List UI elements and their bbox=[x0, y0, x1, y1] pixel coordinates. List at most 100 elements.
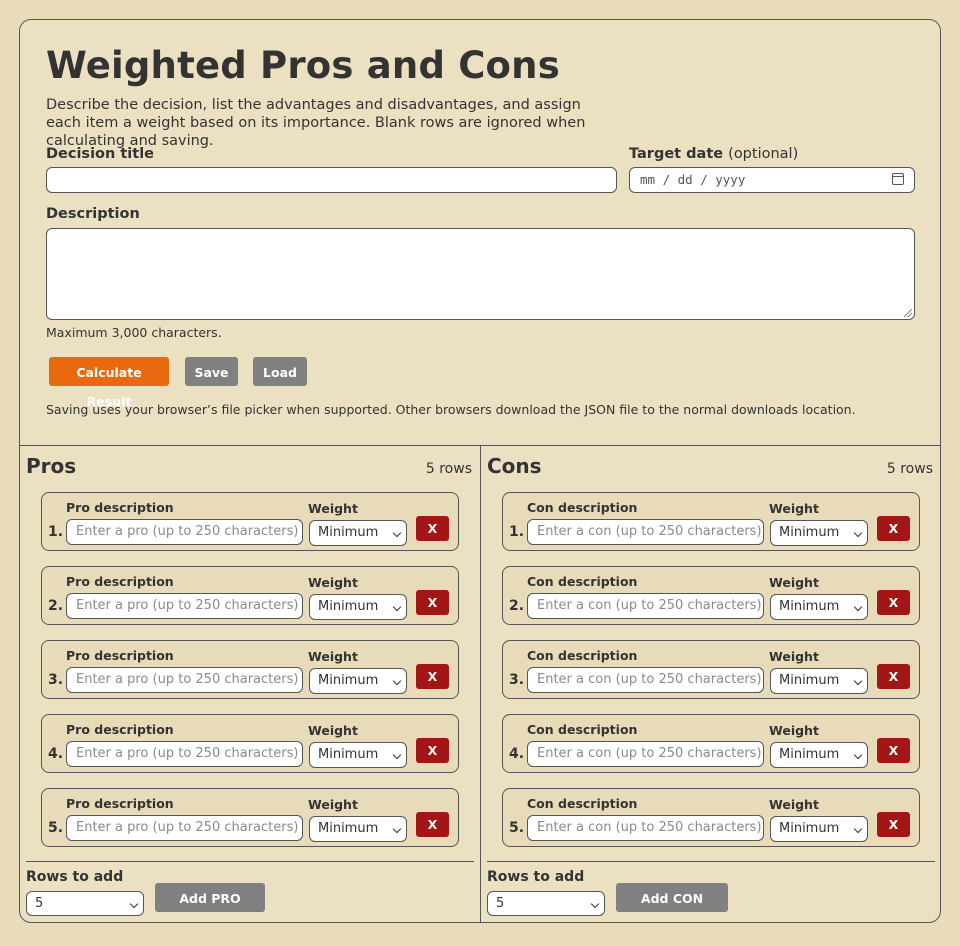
pros-row-count: 5 rows bbox=[425, 461, 472, 477]
pros-rows-to-add-select[interactable]: 5 bbox=[26, 891, 144, 916]
con-weight-value: Minimum bbox=[779, 747, 840, 762]
chevron-down-icon bbox=[853, 528, 863, 538]
remove-con-button[interactable]: X bbox=[877, 664, 910, 689]
pro-weight-select[interactable]: Minimum bbox=[309, 742, 407, 768]
con-item: Con description Weight 4. Enter a con (u… bbox=[502, 714, 920, 773]
pro-weight-label: Weight bbox=[308, 501, 358, 516]
pro-weight-select[interactable]: Minimum bbox=[309, 520, 407, 546]
decision-section: Weighted Pros and Cons Describe the deci… bbox=[20, 20, 940, 446]
pro-weight-select[interactable]: Minimum bbox=[309, 668, 407, 694]
pro-item-number: 4. bbox=[48, 746, 64, 762]
target-date-label: Target date (optional) bbox=[629, 146, 798, 162]
pro-description-label: Pro description bbox=[66, 722, 174, 737]
con-weight-value: Minimum bbox=[779, 525, 840, 540]
cons-rows-to-add-value: 5 bbox=[496, 896, 505, 911]
con-description-label: Con description bbox=[527, 500, 638, 515]
con-weight-label: Weight bbox=[769, 649, 819, 664]
pros-rows-to-add-label: Rows to add bbox=[26, 869, 124, 885]
remove-pro-button[interactable]: X bbox=[416, 738, 449, 763]
remove-con-button[interactable]: X bbox=[877, 812, 910, 837]
pro-weight-select[interactable]: Minimum bbox=[309, 816, 407, 842]
cons-rows-to-add-select[interactable]: 5 bbox=[487, 891, 605, 916]
remove-con-button[interactable]: X bbox=[877, 516, 910, 541]
load-button[interactable]: Load bbox=[253, 357, 307, 386]
cons-heading: Cons bbox=[487, 454, 542, 478]
add-con-rows-button[interactable]: Add CON Rows bbox=[616, 883, 728, 922]
con-weight-select[interactable]: Minimum bbox=[770, 816, 868, 842]
pro-item: Pro description Weight 1. Enter a pro (u… bbox=[41, 492, 459, 551]
con-description-label: Con description bbox=[527, 648, 638, 663]
remove-con-button[interactable]: X bbox=[877, 590, 910, 615]
con-description-input[interactable]: Enter a con (up to 250 characters) bbox=[527, 519, 764, 545]
con-item-number: 4. bbox=[509, 746, 525, 762]
description-label: Description bbox=[46, 206, 140, 222]
remove-pro-button[interactable]: X bbox=[416, 664, 449, 689]
save-button[interactable]: Save bbox=[185, 357, 238, 386]
max-chars-note: Maximum 3,000 characters. bbox=[46, 325, 222, 340]
chevron-down-icon bbox=[392, 528, 402, 538]
con-description-input[interactable]: Enter a con (up to 250 characters) bbox=[527, 815, 764, 841]
chevron-down-icon bbox=[392, 602, 402, 612]
page-background: Weighted Pros and Cons Describe the deci… bbox=[6, 6, 954, 940]
remove-pro-button[interactable]: X bbox=[416, 590, 449, 615]
pro-description-label: Pro description bbox=[66, 574, 174, 589]
pro-description-input[interactable]: Enter a pro (up to 250 characters) bbox=[66, 741, 303, 767]
con-item-number: 5. bbox=[509, 820, 525, 836]
description-textarea[interactable] bbox=[46, 228, 915, 320]
con-item: Con description Weight 5. Enter a con (u… bbox=[502, 788, 920, 847]
chevron-down-icon bbox=[392, 824, 402, 834]
main-card: Weighted Pros and Cons Describe the deci… bbox=[19, 19, 941, 923]
pro-description-label: Pro description bbox=[66, 796, 174, 811]
saving-note: Saving uses your browser’s file picker w… bbox=[46, 402, 856, 417]
con-weight-select[interactable]: Minimum bbox=[770, 594, 868, 620]
target-date-label-text: Target date bbox=[629, 146, 724, 162]
chevron-down-icon bbox=[853, 750, 863, 760]
pro-weight-select[interactable]: Minimum bbox=[309, 594, 407, 620]
con-item-number: 1. bbox=[509, 524, 525, 540]
decision-title-input[interactable] bbox=[46, 167, 617, 193]
con-weight-select[interactable]: Minimum bbox=[770, 520, 868, 546]
con-description-input[interactable]: Enter a con (up to 250 characters) bbox=[527, 593, 764, 619]
con-weight-label: Weight bbox=[769, 797, 819, 812]
pros-column: Pros 5 rows Pro description Weight 1. En… bbox=[20, 446, 480, 922]
pro-item-number: 5. bbox=[48, 820, 64, 836]
con-item: Con description Weight 1. Enter a con (u… bbox=[502, 492, 920, 551]
con-description-label: Con description bbox=[527, 722, 638, 737]
pros-footer-divider bbox=[26, 861, 474, 862]
resize-grip-icon[interactable] bbox=[904, 309, 912, 317]
pro-item-number: 2. bbox=[48, 598, 64, 614]
con-weight-value: Minimum bbox=[779, 821, 840, 836]
pros-heading: Pros bbox=[26, 454, 77, 478]
con-description-input[interactable]: Enter a con (up to 250 characters) bbox=[527, 667, 764, 693]
con-weight-select[interactable]: Minimum bbox=[770, 742, 868, 768]
chevron-down-icon bbox=[129, 899, 139, 909]
remove-con-button[interactable]: X bbox=[877, 738, 910, 763]
pro-item: Pro description Weight 5. Enter a pro (u… bbox=[41, 788, 459, 847]
pro-weight-label: Weight bbox=[308, 797, 358, 812]
cons-column: Cons 5 rows Con description Weight 1. En… bbox=[481, 446, 940, 922]
con-weight-select[interactable]: Minimum bbox=[770, 668, 868, 694]
pros-rows-to-add-value: 5 bbox=[35, 896, 44, 911]
pro-description-input[interactable]: Enter a pro (up to 250 characters) bbox=[66, 593, 303, 619]
pro-weight-value: Minimum bbox=[318, 821, 379, 836]
con-weight-label: Weight bbox=[769, 501, 819, 516]
calculate-result-button[interactable]: Calculate Result bbox=[49, 357, 169, 409]
add-pro-rows-button[interactable]: Add PRO Rows bbox=[155, 883, 265, 922]
pro-description-input[interactable]: Enter a pro (up to 250 characters) bbox=[66, 667, 303, 693]
pro-item: Pro description Weight 2. Enter a pro (u… bbox=[41, 566, 459, 625]
pro-description-input[interactable]: Enter a pro (up to 250 characters) bbox=[66, 519, 303, 545]
pro-weight-value: Minimum bbox=[318, 747, 379, 762]
pro-weight-label: Weight bbox=[308, 649, 358, 664]
pro-item-number: 3. bbox=[48, 672, 64, 688]
con-description-input[interactable]: Enter a con (up to 250 characters) bbox=[527, 741, 764, 767]
target-date-input[interactable]: mm / dd / yyyy bbox=[629, 167, 915, 193]
chevron-down-icon bbox=[392, 676, 402, 686]
pro-description-label: Pro description bbox=[66, 500, 174, 515]
remove-pro-button[interactable]: X bbox=[416, 812, 449, 837]
con-item: Con description Weight 3. Enter a con (u… bbox=[502, 640, 920, 699]
chevron-down-icon bbox=[853, 602, 863, 612]
remove-pro-button[interactable]: X bbox=[416, 516, 449, 541]
calendar-icon[interactable] bbox=[892, 173, 904, 185]
cons-rows-to-add-label: Rows to add bbox=[487, 869, 585, 885]
pro-description-input[interactable]: Enter a pro (up to 250 characters) bbox=[66, 815, 303, 841]
